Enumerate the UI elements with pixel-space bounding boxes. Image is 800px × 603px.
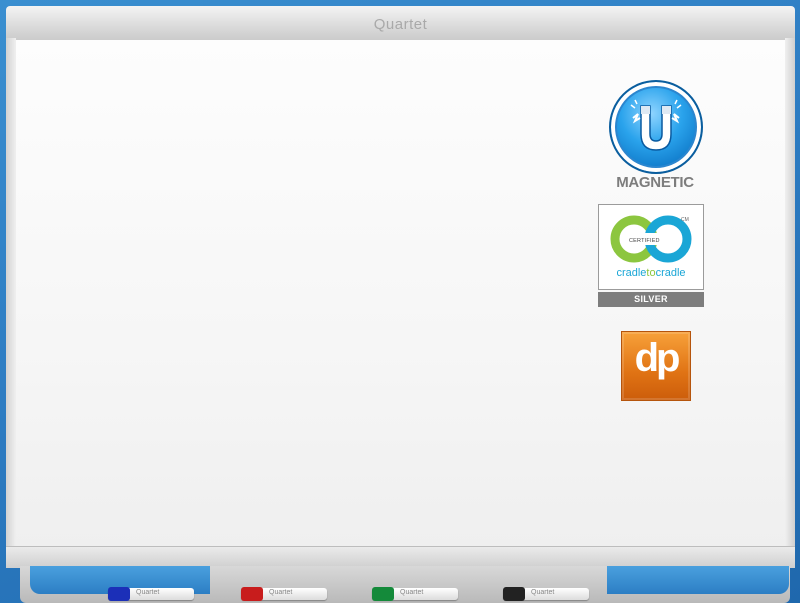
marker-cap (372, 587, 394, 601)
whiteboard: Quartet Quartet Quartet Quartet Quartet (0, 0, 800, 603)
dp-label: dp (634, 336, 681, 380)
certification-level: SILVER (598, 292, 704, 307)
certified-label: CERTIFIED (629, 238, 660, 244)
tray-end-cap-right (607, 566, 789, 594)
dp-badge: dp (621, 331, 691, 401)
marker-cap (241, 587, 263, 601)
frame-top: Quartet (6, 6, 795, 42)
frame-right (785, 38, 795, 548)
marker-blue: Quartet (108, 587, 194, 601)
wordmark-right: cradle (655, 267, 686, 279)
marker-label: Quartet (136, 589, 160, 596)
marker-label: Quartet (531, 589, 555, 596)
cradle-wordmark: cradletocradle (599, 267, 703, 279)
trademark-label: CM (681, 217, 689, 223)
marker-cap (108, 587, 130, 601)
magnetic-badge: MAGNETIC (609, 80, 703, 192)
frame-left (6, 38, 16, 548)
marker-green: Quartet (372, 587, 458, 601)
cradle-to-cradle-logo: CERTIFIED CM cradletocradle (598, 204, 704, 290)
wordmark-mid: to (646, 267, 656, 279)
marker-black: Quartet (503, 587, 589, 601)
marker-red: Quartet (241, 587, 327, 601)
wordmark-left: cradle (616, 267, 647, 279)
cradle-to-cradle-badge: CERTIFIED CM cradletocradle SILVER (598, 204, 704, 307)
marker-label: Quartet (400, 589, 424, 596)
magnetic-label: MAGNETIC (616, 174, 694, 191)
marker-cap (503, 587, 525, 601)
frame-bottom (6, 546, 795, 568)
magnet-icon (609, 80, 703, 174)
brand-logo: Quartet (373, 16, 428, 33)
marker-label: Quartet (269, 589, 293, 596)
